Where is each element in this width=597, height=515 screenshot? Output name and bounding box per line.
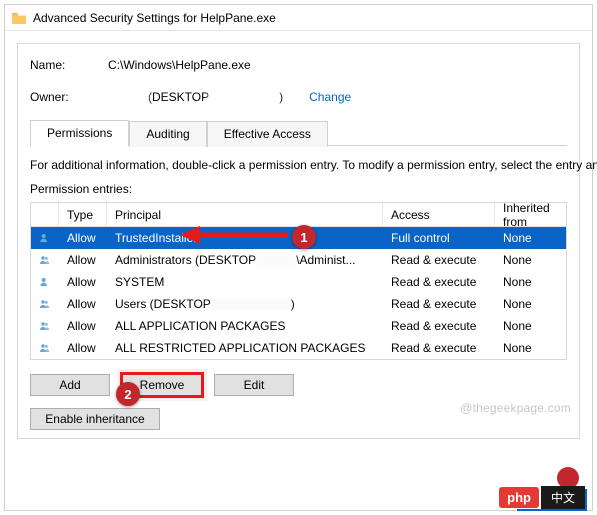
info-caption: For additional information, double-click… — [30, 158, 567, 172]
cell-principal: Administrators (DESKTOP\Administ... — [107, 253, 383, 267]
change-owner-link[interactable]: Change — [309, 90, 351, 104]
window-title: Advanced Security Settings for HelpPane.… — [33, 11, 276, 25]
cell-access: Read & execute — [383, 275, 495, 289]
security-dialog: Advanced Security Settings for HelpPane.… — [4, 4, 593, 511]
cn-badge: 中文 — [541, 486, 585, 509]
owner-paren: ) — [279, 90, 283, 104]
cell-principal: ALL APPLICATION PACKAGES — [107, 319, 383, 333]
table-row[interactable]: AllowALL APPLICATION PACKAGESRead & exec… — [31, 315, 566, 337]
table-row[interactable]: AllowUsers (DESKTOP)Read & executeNone — [31, 293, 566, 315]
col-icon[interactable] — [31, 203, 59, 226]
cell-inherited: None — [495, 275, 566, 289]
cell-inherited: None — [495, 231, 566, 245]
cell-type: Allow — [59, 319, 107, 333]
name-row: Name: C:\Windows\HelpPane.exe — [30, 56, 567, 74]
cell-type: Allow — [59, 275, 107, 289]
name-label: Name: — [30, 58, 108, 72]
owner-redacted-2 — [209, 90, 279, 104]
owner-label: Owner: — [30, 90, 108, 104]
tab-auditing[interactable]: Auditing — [129, 121, 206, 147]
cell-inherited: None — [495, 319, 566, 333]
annotation-arrow — [178, 222, 290, 248]
enable-inheritance-button[interactable]: Enable inheritance — [30, 408, 160, 430]
cell-principal: SYSTEM — [107, 275, 383, 289]
owner-redacted — [108, 90, 148, 104]
person-icon — [31, 231, 59, 245]
owner-value: (DESKTOP — [148, 90, 209, 104]
col-inherited[interactable]: Inherited from — [495, 203, 566, 226]
cell-access: Read & execute — [383, 319, 495, 333]
add-button[interactable]: Add — [30, 374, 110, 396]
cell-type: Allow — [59, 231, 107, 245]
cell-inherited: None — [495, 253, 566, 267]
cell-access: Full control — [383, 231, 495, 245]
tab-permissions[interactable]: Permissions — [30, 120, 129, 146]
table-row[interactable]: AllowAdministrators (DESKTOP\Administ...… — [31, 249, 566, 271]
name-value: C:\Windows\HelpPane.exe — [108, 58, 251, 72]
cell-access: Read & execute — [383, 341, 495, 355]
cell-access: Read & execute — [383, 253, 495, 267]
annotation-badge-2: 2 — [116, 382, 140, 406]
group-icon — [31, 297, 59, 311]
bottom-badges: php 中文 — [499, 486, 585, 509]
cell-principal: ALL RESTRICTED APPLICATION PACKAGES — [107, 341, 383, 355]
cell-principal: Users (DESKTOP) — [107, 297, 383, 311]
person-icon — [31, 275, 59, 289]
php-badge: php — [499, 487, 539, 508]
folder-icon — [11, 11, 27, 25]
group-icon — [31, 319, 59, 333]
cell-type: Allow — [59, 341, 107, 355]
cell-access: Read & execute — [383, 297, 495, 311]
watermark-text: @thegeekpage.com — [460, 401, 571, 415]
cell-inherited: None — [495, 341, 566, 355]
grid-header: Type Principal Access Inherited from — [31, 203, 566, 227]
entries-caption: Permission entries: — [30, 182, 567, 196]
cell-type: Allow — [59, 253, 107, 267]
titlebar: Advanced Security Settings for HelpPane.… — [5, 5, 592, 31]
button-row-1: Add Remove Edit — [30, 374, 567, 396]
table-row[interactable]: AllowSYSTEMRead & executeNone — [31, 271, 566, 293]
group-icon — [31, 253, 59, 267]
group-icon — [31, 341, 59, 355]
table-row[interactable]: AllowALL RESTRICTED APPLICATION PACKAGES… — [31, 337, 566, 359]
col-type[interactable]: Type — [59, 203, 107, 226]
cell-inherited: None — [495, 297, 566, 311]
tab-effective-access[interactable]: Effective Access — [207, 121, 328, 147]
edit-button[interactable]: Edit — [214, 374, 294, 396]
tab-bar: Permissions Auditing Effective Access — [30, 120, 567, 146]
owner-row: Owner: (DESKTOP ) Change — [30, 88, 567, 106]
cell-type: Allow — [59, 297, 107, 311]
col-access[interactable]: Access — [383, 203, 495, 226]
annotation-badge-1: 1 — [292, 225, 316, 249]
